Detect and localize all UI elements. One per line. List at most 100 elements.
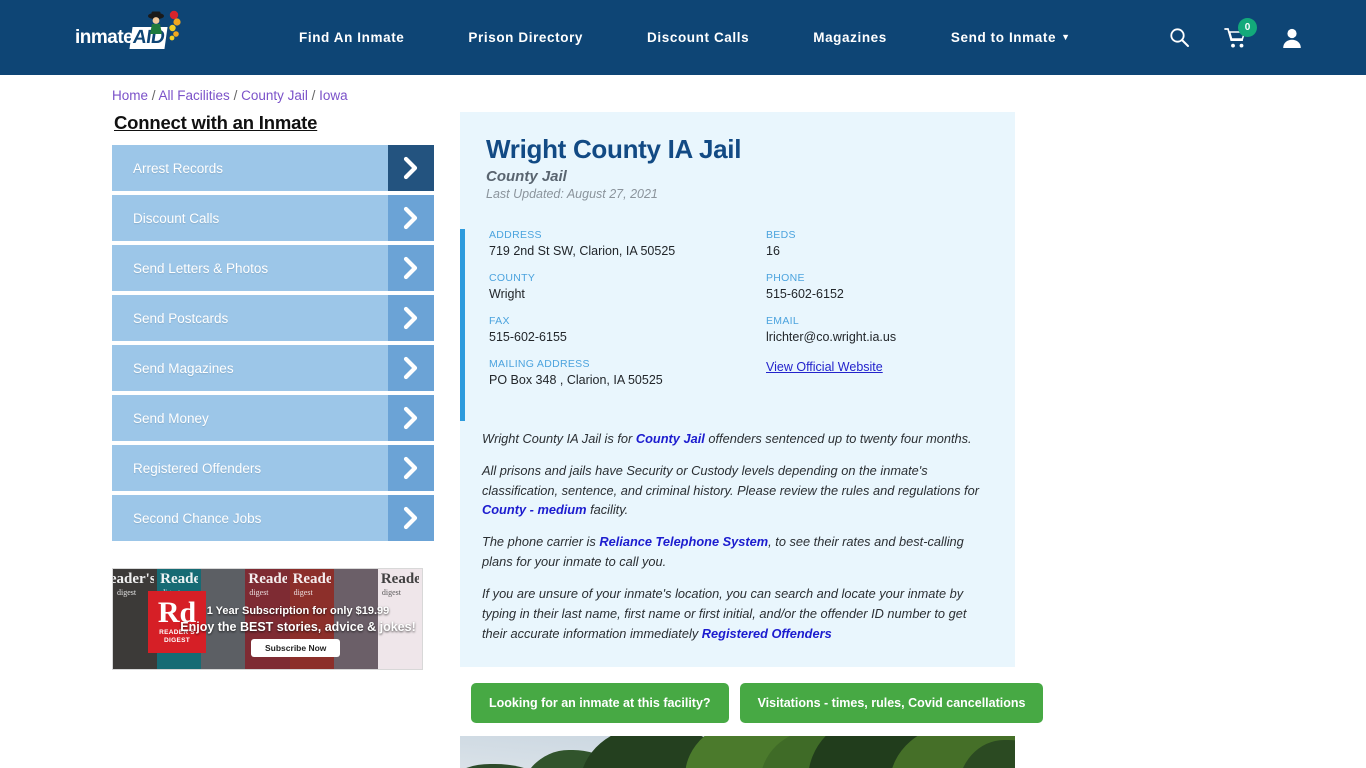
info-item-mailing-address: MAILING ADDRESS PO Box 348 , Clarion, IA …	[489, 358, 738, 387]
nav-item-discount-calls[interactable]: Discount Calls	[615, 30, 781, 45]
info-label: BEDS	[766, 229, 796, 241]
inline-link[interactable]: County - medium	[482, 502, 587, 517]
cart-count-badge: 0	[1238, 17, 1257, 37]
inline-text: Wright County IA Jail is for	[482, 431, 636, 446]
chevron-right-icon	[388, 345, 434, 391]
sidebar-item-label: Second Chance Jobs	[112, 495, 388, 541]
inline-link[interactable]: Registered Offenders	[702, 626, 832, 641]
sidebar-item-discount-calls[interactable]: Discount Calls	[112, 195, 434, 241]
logo-figure-icon	[148, 10, 181, 40]
info-value: Wright	[489, 287, 525, 301]
info-value: PO Box 348 , Clarion, IA 50525	[489, 373, 663, 387]
inline-text: facility.	[586, 502, 629, 518]
view-official-website-link[interactable]: View Official Website	[766, 360, 883, 374]
ad-headline-1: 1 Year Subscription for only $19.99	[206, 605, 390, 617]
sidebar-item-second-chance-jobs[interactable]: Second Chance Jobs	[112, 495, 434, 541]
facility-cta-row: Looking for an inmate at this facility? V…	[460, 667, 1044, 724]
info-item-beds: BEDS 16	[766, 229, 1015, 258]
ad-headline-2: Enjoy the BEST stories, advice & jokes!	[180, 620, 416, 634]
info-label: PHONE	[766, 272, 805, 284]
site-logo[interactable]: inmateAID	[75, 10, 195, 58]
info-value: 719 2nd St SW, Clarion, IA 50525	[489, 244, 676, 258]
chevron-right-icon	[388, 495, 434, 541]
inline-link[interactable]: County Jail	[636, 431, 705, 446]
facility-header: Wright County IA Jail County Jail Last U…	[460, 134, 1015, 201]
sidebar-item-send-magazines[interactable]: Send Magazines	[112, 345, 434, 391]
chevron-right-icon	[388, 245, 434, 291]
chevron-right-icon	[388, 295, 434, 341]
sidebar-button-list: Arrest Records Discount Calls Send Letters…	[112, 145, 434, 541]
nav-item-magazines[interactable]: Magazines	[781, 30, 919, 45]
chevron-right-icon	[388, 445, 434, 491]
inline-text: The phone carrier is	[482, 534, 600, 550]
sidebar-item-label: Send Letters & Photos	[112, 245, 388, 291]
info-value: lrichter@co.wright.ia.us	[766, 330, 897, 344]
sidebar-item-send-money[interactable]: Send Money	[112, 395, 434, 441]
sidebar-item-label: Registered Offenders	[112, 445, 388, 491]
breadcrumb-item-iowa[interactable]: Iowa	[319, 88, 348, 103]
sidebar-item-label: Discount Calls	[112, 195, 388, 241]
info-item-address: ADDRESS 719 2nd St SW, Clarion, IA 50525	[489, 229, 738, 258]
breadcrumb-separator: /	[233, 88, 242, 103]
description-paragraph: The phone carrier is Reliance Telephone …	[482, 532, 989, 572]
info-label: MAILING ADDRESS	[489, 358, 590, 370]
sidebar-title: Connect with an Inmate	[114, 112, 318, 133]
search-icon[interactable]	[1169, 27, 1190, 48]
facility-info-right-column: BEDS 16 PHONE 515-602-6152 EMAIL lrichter@co.…	[738, 229, 1015, 401]
info-label: FAX	[489, 315, 510, 327]
info-label: ADDRESS	[489, 229, 542, 241]
sidebar: Connect with an Inmate Arrest Records Dis…	[112, 112, 434, 768]
top-navigation-bar: inmateAID Find An Inmate Prison Director…	[0, 0, 1366, 75]
ad-cover-3	[201, 569, 246, 669]
nav-item-send-to-inmate[interactable]: Send to Inmate ▼	[919, 30, 1103, 45]
nav-icon-group: 0	[1169, 17, 1302, 49]
ad-cover-6	[333, 569, 378, 669]
content-layout: Connect with an Inmate Arrest Records Dis…	[0, 112, 1366, 768]
breadcrumb-separator: /	[151, 88, 159, 103]
official-website-row: View Official Website	[766, 358, 1015, 376]
readers-digest-ad-banner[interactable]: Reader's digest Reader's digest Reader's…	[112, 568, 423, 670]
user-account-icon[interactable]	[1282, 27, 1302, 49]
page-title: Wright County IA Jail	[486, 134, 742, 164]
inline-text: offenders sentenced up to twenty four mo…	[704, 431, 972, 446]
chevron-right-icon	[388, 195, 434, 241]
facility-info-left-column: ADDRESS 719 2nd St SW, Clarion, IA 50525 C…	[465, 229, 738, 401]
description-paragraph: If you are unsure of your inmate's locat…	[482, 584, 989, 643]
sidebar-item-send-postcards[interactable]: Send Postcards	[112, 295, 434, 341]
shopping-cart-icon[interactable]: 0	[1224, 17, 1257, 49]
sidebar-item-label: Send Postcards	[112, 295, 388, 341]
page-body: Home / All Facilities / County Jail / Io…	[0, 88, 1366, 768]
facility-card: Wright County IA Jail County Jail Last U…	[460, 112, 1015, 668]
last-updated-text: Last Updated: August 27, 2021	[486, 187, 658, 201]
sidebar-item-registered-offenders[interactable]: Registered Offenders	[112, 445, 434, 491]
description-paragraph: Wright County IA Jail is for County Jail…	[482, 429, 989, 449]
facility-info-grid: ADDRESS 719 2nd St SW, Clarion, IA 50525 C…	[460, 229, 1015, 421]
sidebar-item-send-letters-photos[interactable]: Send Letters & Photos	[112, 245, 434, 291]
info-item-county: COUNTY Wright	[489, 272, 738, 301]
info-item-email: EMAIL lrichter@co.wright.ia.us	[766, 315, 1015, 344]
breadcrumb-item-county-jail[interactable]: County Jail	[241, 88, 308, 103]
inline-link[interactable]: Reliance Telephone System	[599, 534, 768, 549]
nav-item-find-an-inmate[interactable]: Find An Inmate	[267, 30, 436, 45]
info-value: 16	[766, 244, 780, 258]
info-value: 515-602-6152	[766, 287, 844, 301]
breadcrumb-item-all-facilities[interactable]: All Facilities	[159, 88, 230, 103]
chevron-down-icon: ▼	[1061, 32, 1071, 42]
nav-item-prison-directory[interactable]: Prison Directory	[436, 30, 615, 45]
info-item-fax: FAX 515-602-6155	[489, 315, 738, 344]
breadcrumb-item-home[interactable]: Home	[112, 88, 148, 103]
facility-description: Wright County IA Jail is for County Jail…	[460, 421, 1015, 667]
breadcrumb: Home / All Facilities / County Jail / Io…	[112, 88, 1366, 103]
chevron-right-icon	[388, 145, 434, 191]
main-content: Wright County IA Jail County Jail Last U…	[460, 112, 1044, 768]
find-inmate-at-facility-button[interactable]: Looking for an inmate at this facility?	[471, 683, 729, 724]
sidebar-item-arrest-records[interactable]: Arrest Records	[112, 145, 434, 191]
visitations-info-button[interactable]: Visitations - times, rules, Covid cancel…	[739, 683, 1044, 724]
description-paragraph: All prisons and jails have Security or C…	[482, 461, 989, 520]
info-label: EMAIL	[766, 315, 800, 327]
ad-cover-7: Reader's digest	[377, 569, 422, 669]
ad-subscribe-button[interactable]: Subscribe Now	[251, 639, 341, 657]
info-label: COUNTY	[489, 272, 536, 284]
main-nav-links: Find An Inmate Prison Directory Discount…	[267, 30, 1103, 45]
info-value: 515-602-6155	[489, 330, 567, 344]
